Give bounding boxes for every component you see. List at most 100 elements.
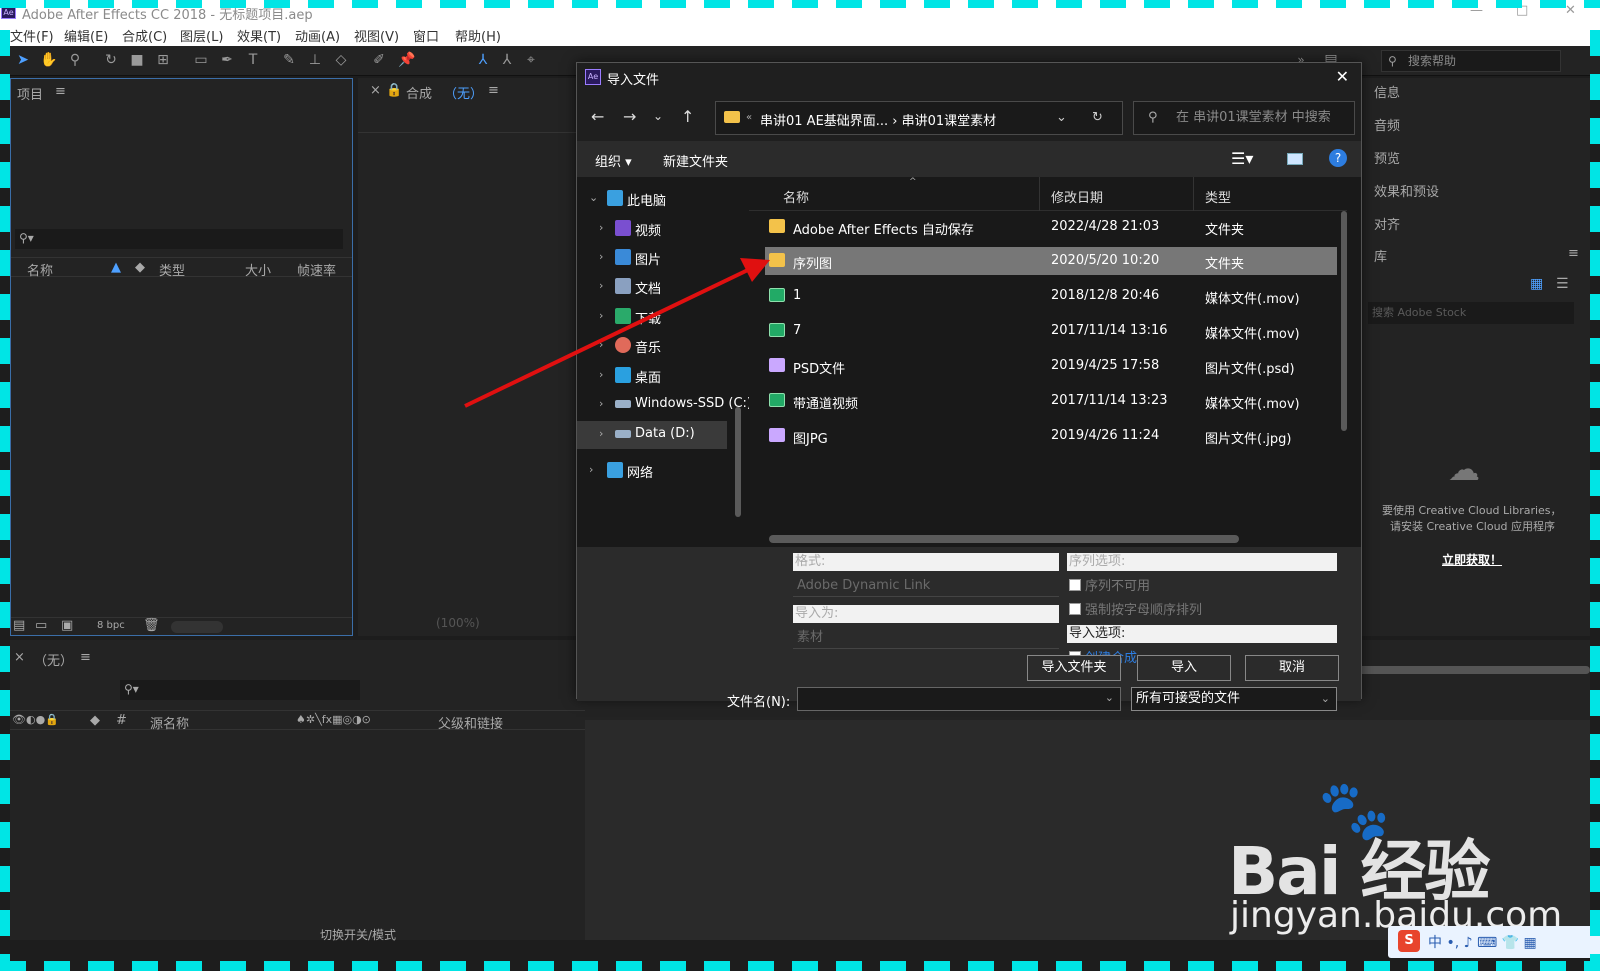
- file-row-selected[interactable]: 序列图 2020/5/20 10:20 文件夹: [765, 247, 1337, 275]
- local-axis-icon[interactable]: ⅄: [474, 51, 492, 69]
- file-row[interactable]: 图JPG 2019/4/26 11:24 图片文件(.jpg): [765, 422, 1337, 450]
- tree-item-music[interactable]: › 音乐: [577, 332, 749, 360]
- panel-menu-icon[interactable]: ≡: [1568, 246, 1579, 261]
- clone-stamp-icon[interactable]: ⊥: [306, 51, 324, 69]
- view-axis-icon[interactable]: ⌖: [522, 51, 540, 69]
- recent-dropdown-icon[interactable]: ⌄: [653, 109, 663, 123]
- help-search-input[interactable]: ⚲ 搜索帮助: [1381, 50, 1561, 72]
- trash-icon[interactable]: 🗑: [143, 618, 160, 633]
- address-bar[interactable]: « 串讲01 AE基础界面... › 串讲01课堂素材 ⌄ ↻: [715, 101, 1123, 135]
- menu-file[interactable]: 文件(F): [10, 26, 54, 45]
- file-list-hscrollbar[interactable]: [769, 535, 1239, 543]
- folder-search-input[interactable]: ⚲ 在 串讲01课堂素材 中搜索: [1133, 101, 1355, 135]
- file-row[interactable]: 7 2017/11/14 13:16 媒体文件(.mov): [765, 317, 1337, 345]
- thumbnail-slider[interactable]: [171, 621, 223, 633]
- col-framerate[interactable]: 帧速率: [297, 260, 336, 279]
- filename-input[interactable]: ⌄: [797, 687, 1121, 711]
- organize-button[interactable]: 组织 ▾: [595, 151, 632, 170]
- menu-window[interactable]: 窗口: [413, 26, 439, 45]
- pan-behind-tool-icon[interactable]: ⊞: [154, 51, 172, 69]
- tree-scrollbar[interactable]: [735, 407, 741, 517]
- tree-item-downloads[interactable]: › 下载: [577, 303, 749, 331]
- zoom-level[interactable]: (100%): [436, 616, 480, 630]
- project-search-input[interactable]: ⚲▾: [15, 229, 343, 249]
- align-tab[interactable]: 对齐: [1374, 214, 1400, 233]
- col-type[interactable]: 类型: [1205, 187, 1231, 206]
- selection-tool-icon[interactable]: ➤: [14, 51, 32, 69]
- import-as-select[interactable]: 素材: [793, 627, 1059, 649]
- panel-menu-icon[interactable]: ≡: [488, 83, 499, 98]
- chevron-right-icon[interactable]: ›: [599, 279, 603, 292]
- bpc-label[interactable]: 8 bpc: [97, 620, 125, 631]
- timeline-search-input[interactable]: ⚲▾: [120, 680, 360, 700]
- camera-tool-icon[interactable]: ■: [128, 51, 146, 69]
- brush-tool-icon[interactable]: ✎: [280, 51, 298, 69]
- label-tag-icon[interactable]: ◆: [135, 260, 145, 275]
- interpret-footage-icon[interactable]: ▤: [13, 618, 25, 633]
- pen-tool-icon[interactable]: ✒: [218, 51, 236, 69]
- panel-menu-icon[interactable]: ≡: [80, 650, 91, 665]
- world-axis-icon[interactable]: ⅄: [498, 51, 516, 69]
- format-select[interactable]: Adobe Dynamic Link: [793, 575, 1059, 597]
- chevron-down-icon[interactable]: ⌄: [589, 191, 598, 204]
- col-date[interactable]: 修改日期: [1051, 187, 1103, 206]
- chevron-right-icon[interactable]: ›: [599, 368, 603, 381]
- address-path[interactable]: 串讲01 AE基础界面... › 串讲01课堂素材: [760, 110, 996, 129]
- file-row[interactable]: Adobe After Effects 自动保存 2022/4/28 21:03…: [765, 213, 1337, 241]
- menu-view[interactable]: 视图(V): [354, 26, 399, 45]
- tree-item-this-pc[interactable]: ⌄ 此电脑: [577, 185, 749, 213]
- library-tab[interactable]: 库: [1374, 246, 1387, 265]
- puppet-pin-icon[interactable]: 📌: [398, 51, 416, 69]
- chevron-right-icon[interactable]: ›: [599, 221, 603, 234]
- panel-menu-icon[interactable]: ≡: [55, 84, 66, 99]
- dialog-close-icon[interactable]: ✕: [1336, 67, 1349, 86]
- label-tag-icon[interactable]: ◆: [90, 713, 100, 728]
- new-folder-icon[interactable]: ▭: [35, 618, 47, 633]
- chevron-down-icon[interactable]: ⌄: [1105, 691, 1114, 704]
- sort-up-icon[interactable]: ▲: [111, 260, 121, 275]
- chevron-right-icon[interactable]: ›: [599, 338, 603, 351]
- sort-up-icon[interactable]: ^: [909, 177, 917, 187]
- timeline-zoom-slider[interactable]: [1350, 666, 1590, 674]
- file-row[interactable]: 带通道视频 2017/11/14 13:23 媒体文件(.mov): [765, 387, 1337, 415]
- tree-item-drive-c[interactable]: › Windows-SSD (C:): [577, 391, 749, 419]
- file-row[interactable]: 1 2018/12/8 20:46 媒体文件(.mov): [765, 282, 1337, 310]
- tree-item-videos[interactable]: › 视频: [577, 215, 749, 243]
- col-type[interactable]: 类型: [159, 260, 185, 279]
- preview-tab[interactable]: 预览: [1374, 148, 1400, 167]
- col-source-name[interactable]: 源名称: [150, 713, 189, 732]
- force-alpha-checkbox[interactable]: [1069, 603, 1081, 615]
- grid-view-icon[interactable]: ▦: [1530, 276, 1543, 292]
- preview-pane-icon[interactable]: [1287, 153, 1303, 165]
- address-dropdown-icon[interactable]: ⌄: [1056, 110, 1067, 125]
- sequence-checkbox[interactable]: [1069, 579, 1081, 591]
- effects-presets-tab[interactable]: 效果和预设: [1374, 181, 1439, 200]
- forward-icon[interactable]: →: [623, 107, 636, 126]
- stock-search-input[interactable]: 搜索 Adobe Stock: [1368, 302, 1574, 324]
- chevron-right-icon[interactable]: ›: [599, 309, 603, 322]
- chevron-right-icon[interactable]: ›: [599, 397, 603, 410]
- chevron-right-icon[interactable]: ›: [599, 250, 603, 263]
- hand-tool-icon[interactable]: ✋: [40, 51, 58, 69]
- cancel-button[interactable]: 取消: [1245, 655, 1339, 681]
- file-row[interactable]: PSD文件 2019/4/25 17:58 图片文件(.psd): [765, 352, 1337, 380]
- menu-animation[interactable]: 动画(A): [295, 26, 340, 45]
- close-icon[interactable]: ×: [14, 650, 25, 665]
- comp-name[interactable]: （无）: [444, 83, 483, 102]
- menu-edit[interactable]: 编辑(E): [64, 26, 108, 45]
- back-icon[interactable]: ←: [591, 107, 604, 126]
- file-type-select[interactable]: 所有可接受的文件 ⌄: [1131, 687, 1337, 711]
- zoom-tool-icon[interactable]: ⚲: [66, 51, 84, 69]
- tree-item-pictures[interactable]: › 图片: [577, 244, 749, 272]
- menu-layer[interactable]: 图层(L): [180, 26, 223, 45]
- tree-item-network[interactable]: › 网络: [577, 457, 749, 485]
- list-view-icon[interactable]: ☰: [1556, 276, 1569, 292]
- chevron-right-icon[interactable]: ›: [589, 463, 593, 476]
- ime-toolbar[interactable]: S 中 •, ♪ ⌨ 👕 ▦: [1388, 926, 1600, 958]
- menu-help[interactable]: 帮助(H): [455, 26, 501, 45]
- menu-composition[interactable]: 合成(C): [122, 26, 167, 45]
- up-icon[interactable]: ↑: [681, 107, 694, 126]
- file-list-vscrollbar[interactable]: [1341, 211, 1347, 431]
- view-options-icon[interactable]: ☰▾: [1231, 149, 1253, 168]
- eraser-tool-icon[interactable]: ◇: [332, 51, 350, 69]
